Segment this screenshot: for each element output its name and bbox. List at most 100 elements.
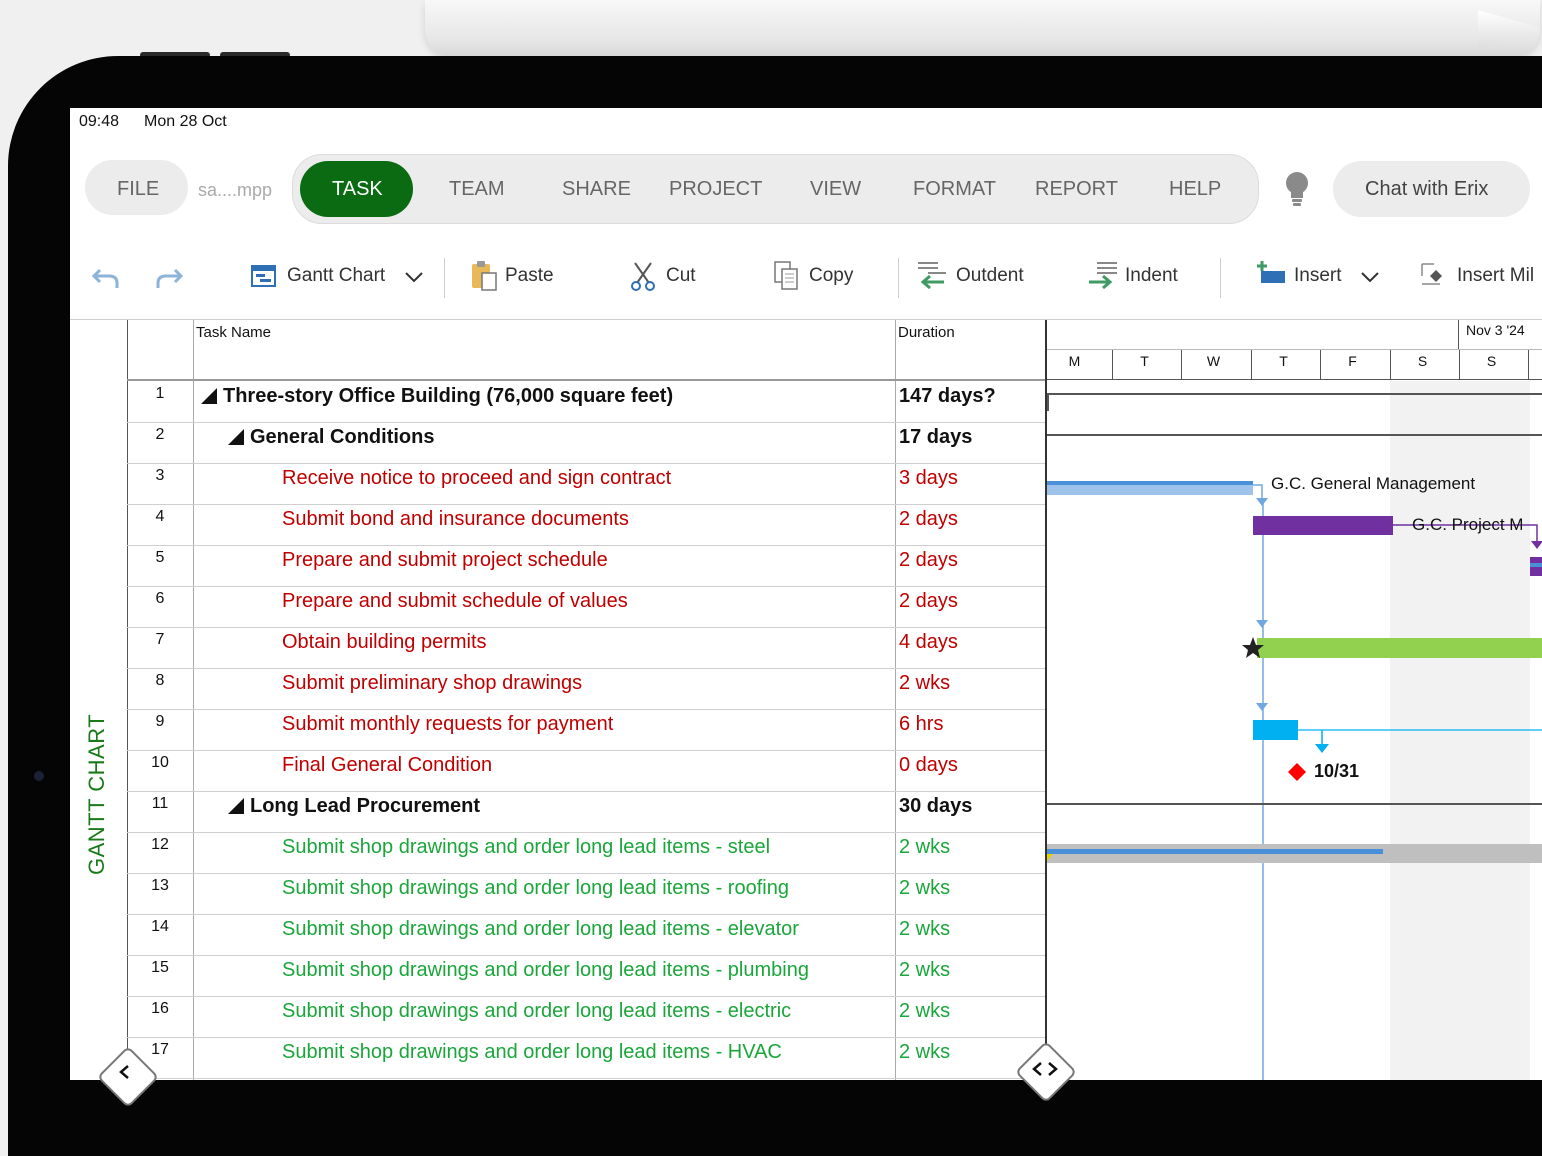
duration-cell[interactable]: 2 wks bbox=[899, 877, 950, 900]
column-header-task-name[interactable]: Task Name bbox=[196, 324, 271, 341]
task-name-cell[interactable]: Submit shop drawings and order long lead… bbox=[282, 1000, 791, 1023]
summary-bar bbox=[1047, 393, 1542, 411]
tab-project[interactable]: PROJECT bbox=[669, 178, 762, 201]
task-name-cell[interactable]: Submit shop drawings and order long lead… bbox=[282, 877, 789, 900]
row-number[interactable]: 7 bbox=[127, 631, 193, 649]
task-name: Long Lead Procurement bbox=[250, 795, 481, 817]
column-header-duration[interactable]: Duration bbox=[898, 324, 955, 341]
duration-cell[interactable]: 2 wks bbox=[899, 1041, 950, 1064]
task-name: Submit shop drawings and order long lead… bbox=[282, 1041, 782, 1063]
task-name-cell[interactable]: Prepare and submit project schedule bbox=[282, 549, 608, 572]
grid-top-border bbox=[70, 319, 1542, 320]
duration-cell[interactable]: 2 wks bbox=[899, 959, 950, 982]
gantt-chart-icon bbox=[251, 265, 276, 287]
day-divider bbox=[1528, 350, 1529, 380]
row-number[interactable]: 13 bbox=[127, 877, 193, 895]
row-number[interactable]: 2 bbox=[127, 426, 193, 444]
duration-cell[interactable]: 6 hrs bbox=[899, 713, 943, 736]
row-number[interactable]: 14 bbox=[127, 918, 193, 936]
toolbar-divider bbox=[1220, 258, 1221, 298]
row-number[interactable]: 16 bbox=[127, 1000, 193, 1018]
task-name-cell[interactable]: Obtain building permits bbox=[282, 631, 487, 654]
row-number[interactable]: 8 bbox=[127, 672, 193, 690]
camera-icon bbox=[34, 771, 44, 781]
duration-cell[interactable]: 2 wks bbox=[899, 836, 950, 859]
task-name: Prepare and submit schedule of values bbox=[282, 590, 628, 612]
row-number[interactable]: 5 bbox=[127, 549, 193, 567]
copy-label: Copy bbox=[809, 265, 854, 286]
day-label: T bbox=[1279, 353, 1288, 369]
insert-task-icon bbox=[1257, 261, 1285, 283]
tab-task-label: TASK bbox=[332, 178, 383, 200]
tab-format[interactable]: FORMAT bbox=[913, 178, 996, 201]
status-date: Mon 28 Oct bbox=[144, 113, 227, 130]
task-bar-progress bbox=[1530, 563, 1542, 567]
task-name: Three-story Office Building (76,000 squa… bbox=[223, 385, 674, 407]
tab-team[interactable]: TEAM bbox=[449, 178, 505, 201]
undo-icon[interactable] bbox=[92, 262, 120, 290]
lightbulb-icon[interactable] bbox=[1283, 170, 1311, 208]
task-name: Receive notice to proceed and sign contr… bbox=[282, 467, 672, 489]
task-name-cell[interactable]: Prepare and submit schedule of values bbox=[282, 590, 628, 613]
dependency-link bbox=[1253, 484, 1263, 499]
task-name-cell[interactable]: Submit shop drawings and order long lead… bbox=[282, 918, 799, 941]
row-number[interactable]: 4 bbox=[127, 508, 193, 526]
row-number[interactable]: 11 bbox=[127, 795, 193, 813]
task-name: Final General Condition bbox=[282, 754, 493, 776]
tab-report[interactable]: REPORT bbox=[1035, 178, 1118, 201]
row-number[interactable]: 15 bbox=[127, 959, 193, 977]
row-number[interactable]: 10 bbox=[127, 754, 193, 772]
collapse-toggle-icon[interactable] bbox=[228, 798, 244, 814]
file-name: sa....mpp bbox=[198, 180, 273, 200]
collapse-toggle-icon[interactable] bbox=[201, 388, 217, 404]
duration-cell[interactable]: 4 days bbox=[899, 631, 958, 654]
duration-cell[interactable]: 147 days? bbox=[899, 385, 996, 408]
task-name: Submit bond and insurance documents bbox=[282, 508, 629, 530]
row-number[interactable]: 12 bbox=[127, 836, 193, 854]
task-name-cell[interactable]: Final General Condition bbox=[282, 754, 492, 777]
task-name-cell[interactable]: Three-story Office Building (76,000 squa… bbox=[201, 385, 673, 408]
redo-icon[interactable] bbox=[155, 262, 183, 290]
task-name: Obtain building permits bbox=[282, 631, 487, 653]
indent-label: Indent bbox=[1125, 265, 1178, 286]
gantt-bar-label: G.C. Project M bbox=[1412, 515, 1524, 534]
scissors-icon bbox=[631, 262, 655, 291]
task-name-cell[interactable]: General Conditions bbox=[228, 426, 434, 449]
tab-view[interactable]: VIEW bbox=[810, 178, 861, 201]
toolbar-divider bbox=[898, 258, 899, 298]
duration-cell[interactable]: 30 days bbox=[899, 795, 972, 818]
dependency-arrow bbox=[1531, 541, 1542, 549]
duration-cell[interactable]: 0 days bbox=[899, 754, 958, 777]
task-name-cell[interactable]: Long Lead Procurement bbox=[228, 795, 480, 818]
duration-cell[interactable]: 2 days bbox=[899, 508, 958, 531]
toolbar-divider bbox=[444, 258, 445, 298]
duration-cell[interactable]: 3 days bbox=[899, 467, 958, 490]
timeline-header-border bbox=[1047, 379, 1542, 380]
duration-cell[interactable]: 2 wks bbox=[899, 918, 950, 941]
task-name-cell[interactable]: Submit preliminary shop drawings bbox=[282, 672, 582, 695]
milestone-label: 10/31 bbox=[1314, 761, 1360, 781]
chevron-down-icon bbox=[1361, 272, 1379, 283]
duration-cell[interactable]: 2 days bbox=[899, 590, 958, 613]
duration-cell[interactable]: 2 wks bbox=[899, 672, 950, 695]
duration-cell[interactable]: 2 wks bbox=[899, 1000, 950, 1023]
row-number[interactable]: 9 bbox=[127, 713, 193, 731]
duration-cell[interactable]: 2 days bbox=[899, 549, 958, 572]
milestone-diamond-icon bbox=[1288, 763, 1306, 781]
tab-share[interactable]: SHARE bbox=[562, 178, 631, 201]
task-name-cell[interactable]: Receive notice to proceed and sign contr… bbox=[282, 467, 671, 490]
task-name: Submit shop drawings and order long lead… bbox=[282, 959, 809, 981]
task-name-cell[interactable]: Submit monthly requests for payment bbox=[282, 713, 613, 736]
tab-help[interactable]: HELP bbox=[1169, 178, 1221, 201]
task-name-cell[interactable]: Submit shop drawings and order long lead… bbox=[282, 836, 770, 859]
task-name-cell[interactable]: Submit bond and insurance documents bbox=[282, 508, 629, 531]
task-name-cell[interactable]: Submit shop drawings and order long lead… bbox=[282, 1041, 782, 1064]
row-number[interactable]: 1 bbox=[127, 385, 193, 403]
row-number[interactable]: 6 bbox=[127, 590, 193, 608]
chevron-left-icon bbox=[119, 1065, 129, 1079]
task-name-cell[interactable]: Submit shop drawings and order long lead… bbox=[282, 959, 809, 982]
row-number[interactable]: 3 bbox=[127, 467, 193, 485]
duration-cell[interactable]: 17 days bbox=[899, 426, 972, 449]
collapse-toggle-icon[interactable] bbox=[228, 429, 244, 445]
chevron-down-icon bbox=[405, 272, 423, 283]
